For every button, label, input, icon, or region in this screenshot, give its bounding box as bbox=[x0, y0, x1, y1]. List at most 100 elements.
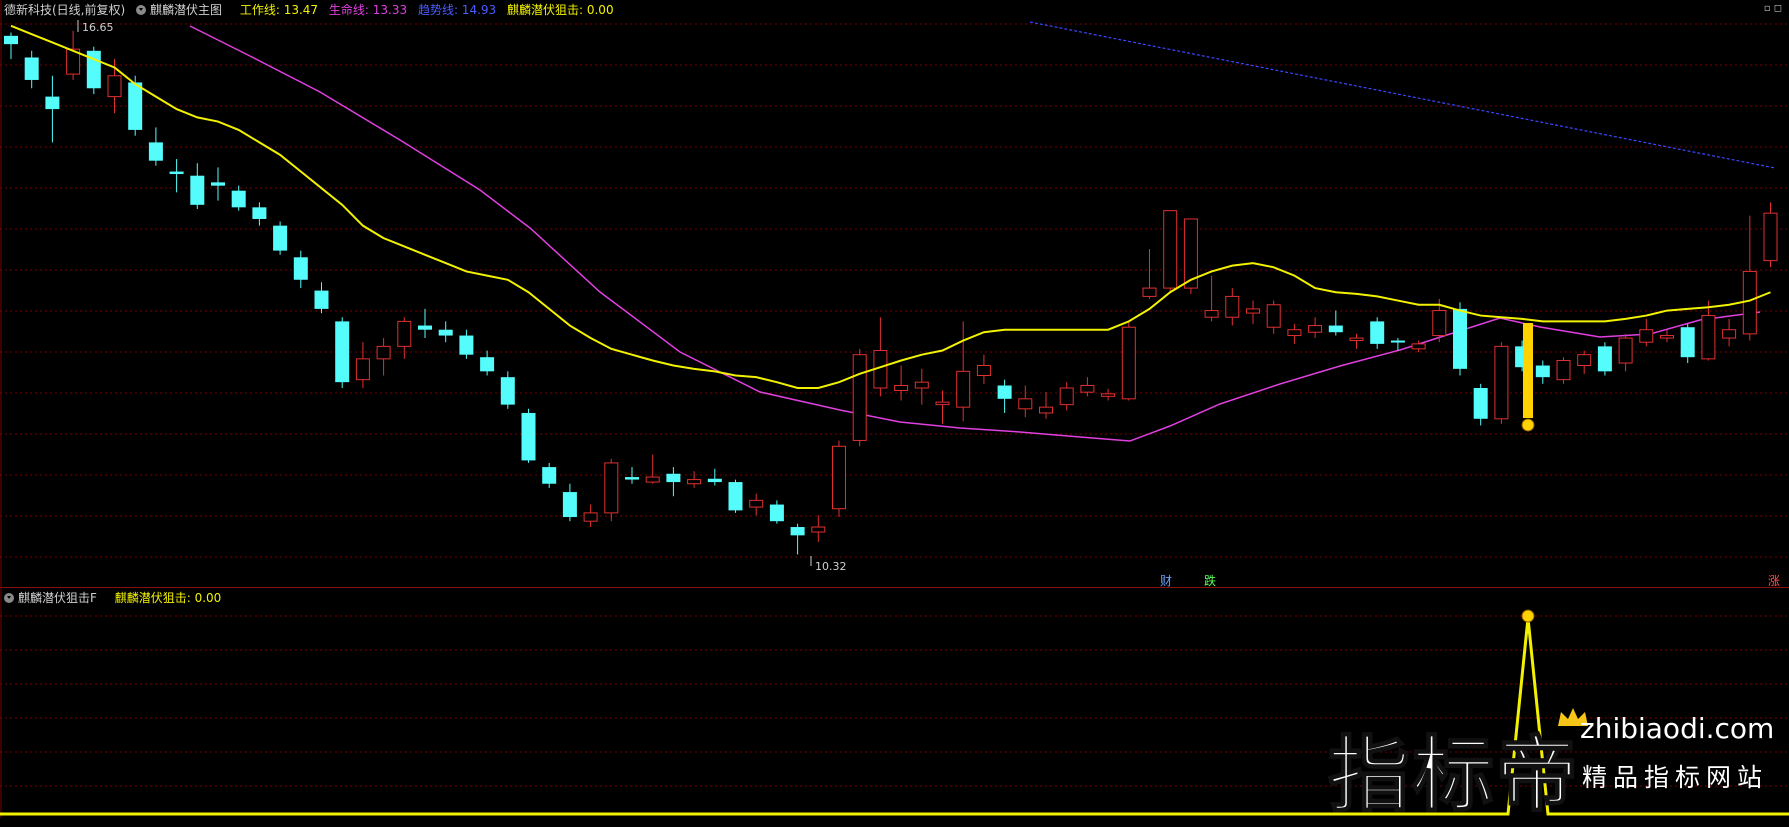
trend-line-value: 趋势线: 14.93 bbox=[417, 3, 497, 17]
candle-body bbox=[1680, 327, 1695, 358]
candle-body bbox=[852, 354, 867, 441]
candle-body bbox=[1763, 212, 1778, 262]
candle-body bbox=[190, 175, 205, 205]
candle-body bbox=[1121, 326, 1136, 400]
candle-body bbox=[811, 526, 826, 533]
candle-body bbox=[1018, 398, 1033, 410]
candle-body bbox=[1266, 304, 1281, 328]
candle-body bbox=[1453, 308, 1467, 369]
candle-body bbox=[211, 182, 225, 186]
candle-body bbox=[914, 381, 929, 389]
candle-body bbox=[1639, 329, 1654, 343]
candle-body bbox=[293, 257, 308, 280]
signal-die: 跌 bbox=[1204, 574, 1217, 588]
candle-body bbox=[1308, 325, 1323, 333]
candle-body bbox=[645, 476, 660, 483]
candle-body bbox=[1039, 406, 1053, 414]
candle-body bbox=[1225, 295, 1240, 318]
watermark-logo: 指标帝 bbox=[1327, 727, 1581, 824]
candle-body bbox=[1535, 365, 1550, 378]
snipe-value: 麒麟潜伏狙击: 0.00 bbox=[507, 3, 614, 17]
high-price-label: 16.65 bbox=[82, 21, 114, 34]
candle-body bbox=[1287, 329, 1302, 337]
watermark-site: zhibiaodi.com bbox=[1580, 712, 1775, 745]
candle-body bbox=[1080, 384, 1095, 393]
money-bag-icon bbox=[1521, 418, 1535, 432]
candle-body bbox=[997, 385, 1012, 399]
dropdown-icon[interactable] bbox=[136, 5, 147, 15]
signal-bar bbox=[1523, 323, 1533, 418]
candle-body bbox=[107, 75, 122, 98]
candle-body bbox=[769, 504, 784, 522]
indicator-name[interactable]: 麒麟潜伏主图 bbox=[136, 3, 229, 17]
candle-body bbox=[24, 57, 39, 80]
candle-body bbox=[148, 142, 163, 161]
candle-body bbox=[45, 96, 60, 110]
candle-body bbox=[1742, 270, 1757, 335]
work-line-value: 工作线: 13.47 bbox=[239, 3, 319, 17]
candle-body bbox=[1390, 340, 1405, 343]
trend-line bbox=[1029, 21, 1776, 169]
candle-body bbox=[335, 321, 350, 383]
candle-body bbox=[1059, 387, 1074, 406]
candle-body bbox=[355, 358, 370, 381]
candle-body bbox=[1618, 337, 1633, 364]
candle-body bbox=[542, 467, 557, 484]
candle-body bbox=[832, 445, 846, 510]
candle-body bbox=[521, 412, 536, 461]
candle-body bbox=[1722, 329, 1737, 339]
candle-body bbox=[935, 401, 950, 406]
candle-body bbox=[4, 35, 18, 45]
candle-body bbox=[1577, 354, 1592, 367]
money-bag-icon bbox=[1521, 609, 1535, 623]
candle-body bbox=[397, 320, 412, 347]
candle-body bbox=[728, 482, 743, 511]
candle-body bbox=[562, 492, 577, 518]
candle-body bbox=[438, 329, 453, 336]
main-chart-canvas: 16.65 10.32 bbox=[0, 0, 1789, 588]
work-line bbox=[10, 24, 1771, 389]
candle-body bbox=[1204, 310, 1219, 318]
watermark-slogan: 精品指标网站 bbox=[1582, 763, 1769, 792]
candle-body bbox=[956, 370, 971, 408]
low-price-label: 10.32 bbox=[815, 560, 847, 573]
dropdown-icon[interactable] bbox=[4, 593, 14, 603]
candle-body bbox=[1349, 337, 1364, 342]
candle-body bbox=[625, 477, 639, 480]
candle-body bbox=[1432, 310, 1447, 337]
candle-body bbox=[252, 207, 267, 219]
candle-body bbox=[707, 478, 722, 483]
candle-body bbox=[894, 384, 909, 391]
candle-body bbox=[1556, 360, 1571, 381]
candle-body bbox=[459, 335, 474, 355]
candle-body bbox=[1142, 287, 1157, 297]
candle-body bbox=[1328, 325, 1343, 333]
candle-body bbox=[1370, 321, 1385, 344]
main-chart-pane[interactable]: 16.65 10.32 德新科技(日线,前复权) 麒麟潜伏主图 工作线: 13.4… bbox=[0, 0, 1789, 605]
candle-body bbox=[604, 462, 619, 514]
candle-body bbox=[583, 512, 598, 522]
sub-indicator-name[interactable]: 麒麟潜伏狙击F bbox=[4, 591, 104, 605]
candle-body bbox=[1246, 308, 1260, 314]
candle-body bbox=[169, 171, 184, 175]
window-controls[interactable]: ▫◻ bbox=[1764, 3, 1785, 14]
candle-body bbox=[666, 473, 681, 483]
candle-body bbox=[976, 365, 991, 377]
candle-body bbox=[1101, 393, 1116, 397]
candle-body bbox=[480, 357, 495, 372]
candle-body bbox=[687, 479, 702, 485]
signal-cai: 财 bbox=[1160, 574, 1173, 588]
candle-body bbox=[128, 82, 143, 130]
life-line-value: 生命线: 13.33 bbox=[328, 3, 408, 17]
candle-body bbox=[418, 325, 432, 330]
main-header: 德新科技(日线,前复权) 麒麟潜伏主图 工作线: 13.47 生命线: 13.3… bbox=[4, 2, 621, 18]
candle-body bbox=[314, 290, 329, 309]
stock-name: 德新科技(日线,前复权) bbox=[4, 3, 126, 17]
sub-snipe-value: 麒麟潜伏狙击: 0.00 bbox=[114, 591, 222, 605]
candle-body bbox=[1473, 387, 1488, 419]
candle-body bbox=[1701, 315, 1716, 360]
candle-body bbox=[1163, 210, 1178, 289]
candle-body bbox=[1494, 345, 1509, 420]
candle-body bbox=[1660, 335, 1674, 339]
candle-body bbox=[273, 225, 288, 251]
